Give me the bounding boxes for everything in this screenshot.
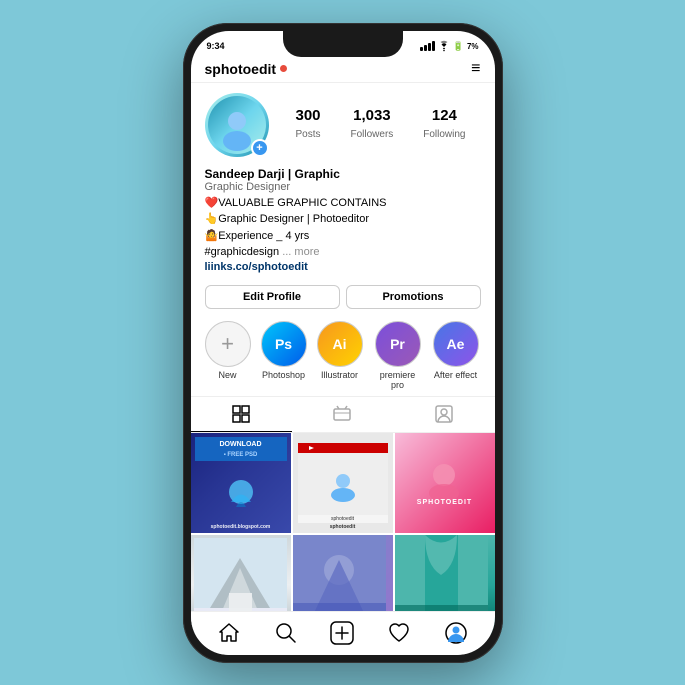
tab-tagged[interactable] <box>393 397 494 432</box>
search-nav-button[interactable] <box>270 617 302 649</box>
heart-nav-button[interactable] <box>383 617 415 649</box>
grid-label-1: sphotoedit.blogspot.com <box>191 524 291 530</box>
person-tag-icon <box>435 405 453 423</box>
tv-icon <box>333 405 351 423</box>
highlight-ps-circle: Ps <box>261 321 307 367</box>
grid-item-3[interactable]: SPHOTOEDIT <box>395 433 495 533</box>
profile-name: Sandeep Darji | Graphic <box>205 167 481 181</box>
nav-bar: sphotoedit ≡ <box>191 54 495 83</box>
grid-icon <box>232 405 250 423</box>
highlight-premiere[interactable]: Pr premiere pro <box>373 321 423 390</box>
highlight-ae-label: After effect <box>434 370 477 380</box>
bio-line4: #graphicdesign <box>205 246 280 258</box>
bio-more[interactable]: ... more <box>282 246 319 258</box>
highlight-pr-circle: Pr <box>375 321 421 367</box>
nav-username: sphotoedit <box>205 61 288 77</box>
highlight-new[interactable]: + New <box>205 321 251 390</box>
following-label: Following <box>423 129 465 140</box>
highlight-ae-circle: Ae <box>433 321 479 367</box>
tab-grid[interactable] <box>191 397 292 432</box>
profile-nav-icon <box>445 622 467 644</box>
bio-link[interactable]: liinks.co/sphotoedit <box>205 261 481 273</box>
free-psd-text: ▪ FREE PSD <box>224 452 258 458</box>
grid-item-2[interactable]: sphotoedit sphotoedit <box>293 433 393 533</box>
posts-label: Posts <box>295 129 320 140</box>
profile-nav-button[interactable] <box>440 617 472 649</box>
following-stat: 124 Following <box>423 107 465 142</box>
highlight-illustrator[interactable]: Ai Illustrator <box>317 321 363 390</box>
heart-icon <box>388 622 410 644</box>
photo-grid: DOWNLOAD▪ FREE PSD sphotoedit.blogspot.c… <box>191 433 495 635</box>
grid-sphotoedit-label: SPHOTOEDIT <box>417 499 472 506</box>
youtube-thumb: sphotoedit <box>298 443 388 523</box>
followers-count: 1,033 <box>350 107 393 124</box>
home-nav-button[interactable] <box>213 617 245 649</box>
phone-screen: 9:34 🔋 7% spho <box>191 31 495 655</box>
bio-section: Sandeep Darji | Graphic Graphic Designer… <box>191 163 495 279</box>
notification-dot <box>280 65 287 72</box>
profile-role: Graphic Designer <box>205 181 481 193</box>
phone-frame: 9:34 🔋 7% spho <box>183 23 503 663</box>
signal-icon <box>420 41 435 51</box>
content-tabs <box>191 396 495 433</box>
tab-reels[interactable] <box>292 397 393 432</box>
posts-count: 300 <box>295 107 320 124</box>
wifi-icon <box>438 42 450 51</box>
highlight-new-label: New <box>218 370 236 380</box>
following-count: 124 <box>423 107 465 124</box>
yt-content <box>298 453 388 515</box>
bio-line2: 👆Graphic Designer | Photoeditor <box>205 213 370 225</box>
highlight-ps-label: Photoshop <box>262 370 305 380</box>
status-right: 🔋 7% <box>420 41 479 52</box>
add-story-button[interactable]: + <box>251 139 269 157</box>
bottom-navigation <box>191 611 495 655</box>
grid-label-2: sphotoedit <box>293 524 393 530</box>
highlight-ai-label: Illustrator <box>321 370 358 380</box>
yt-header <box>298 443 388 453</box>
grid-item-1[interactable]: DOWNLOAD▪ FREE PSD sphotoedit.blogspot.c… <box>191 433 291 533</box>
battery-pct: 7% <box>467 42 479 51</box>
promotions-button[interactable]: Promotions <box>346 285 481 309</box>
bio-line3: 🤷Experience _ 4 yrs <box>205 230 310 242</box>
username-text: sphotoedit <box>205 61 277 77</box>
avatar-wrapper: + <box>205 93 269 157</box>
highlight-pr-label: premiere pro <box>373 370 423 390</box>
download-text: DOWNLOAD▪ FREE PSD <box>220 441 262 458</box>
notch <box>283 31 403 57</box>
profile-section: + 300 Posts 1,033 Followers 124 Followin… <box>191 83 495 163</box>
bio-text: ❤️VALUABLE GRAPHIC CONTAINS 👆Graphic Des… <box>205 195 481 261</box>
profile-stats: 300 Posts 1,033 Followers 124 Following <box>281 107 481 142</box>
add-nav-button[interactable] <box>326 617 358 649</box>
highlight-ai-circle: Ai <box>317 321 363 367</box>
profile-top: + 300 Posts 1,033 Followers 124 Followin… <box>205 93 481 157</box>
followers-stat: 1,033 Followers <box>350 107 393 142</box>
bio-line1: ❤️VALUABLE GRAPHIC CONTAINS <box>205 197 387 209</box>
yt-footer: sphotoedit <box>298 515 388 523</box>
battery-icon: 🔋 <box>453 41 464 52</box>
status-time: 9:34 <box>207 41 225 51</box>
plus-icon <box>330 621 354 645</box>
action-buttons: Edit Profile Promotions <box>191 279 495 315</box>
home-icon <box>218 622 240 644</box>
search-icon <box>275 622 297 644</box>
edit-profile-button[interactable]: Edit Profile <box>205 285 340 309</box>
highlight-aftereffect[interactable]: Ae After effect <box>433 321 479 390</box>
highlight-new-circle: + <box>205 321 251 367</box>
posts-stat: 300 Posts <box>295 107 320 142</box>
followers-label: Followers <box>350 129 393 140</box>
menu-button[interactable]: ≡ <box>471 60 480 78</box>
highlight-photoshop[interactable]: Ps Photoshop <box>261 321 307 390</box>
highlights-section: + New Ps Photoshop Ai Illustrator Pr <box>191 315 495 396</box>
